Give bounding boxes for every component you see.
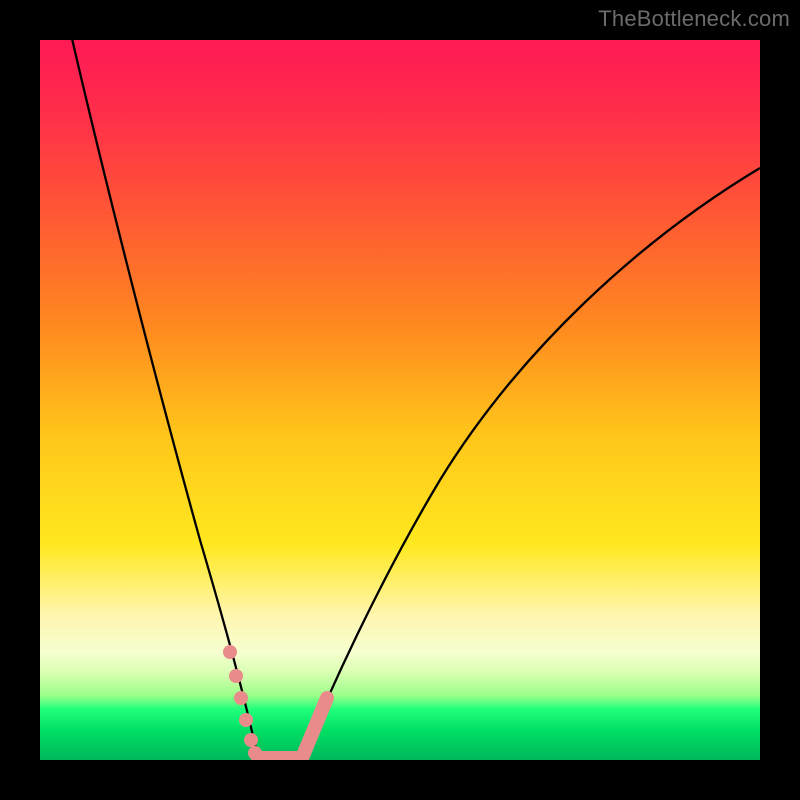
outer-frame: TheBottleneck.com — [0, 0, 800, 800]
chart-curves — [40, 40, 760, 760]
plot-area — [40, 40, 760, 760]
right-curve-path — [302, 168, 760, 758]
watermark-text: TheBottleneck.com — [598, 6, 790, 32]
